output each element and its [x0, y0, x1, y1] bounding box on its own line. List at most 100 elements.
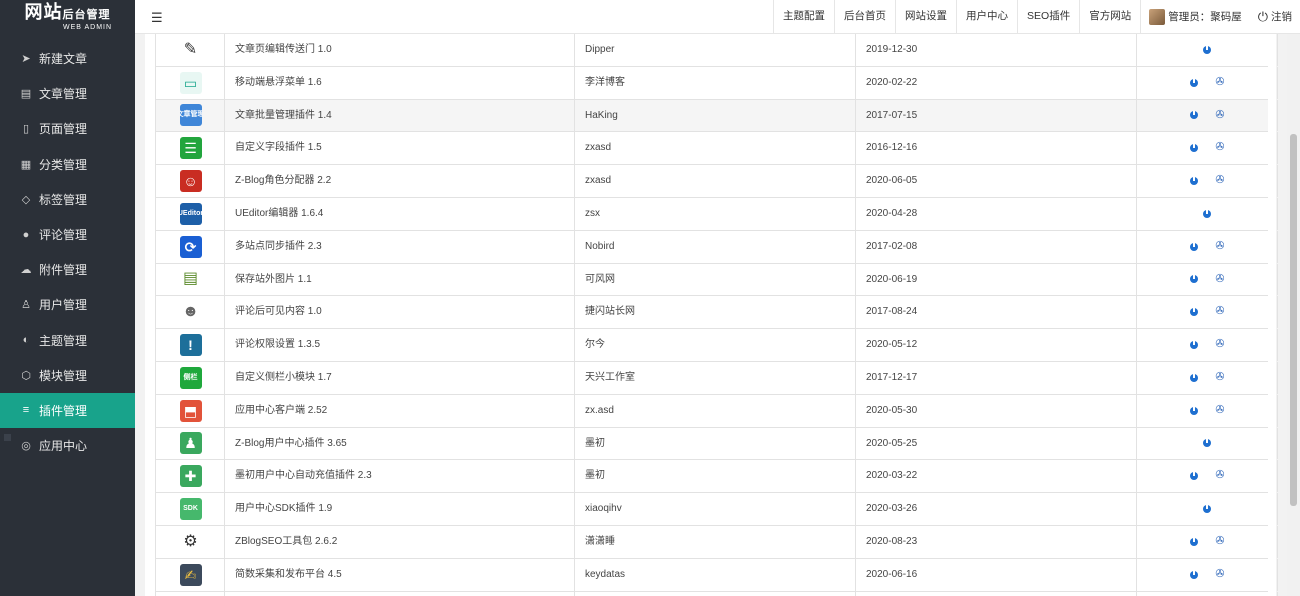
- toggle-plugin-power-icon[interactable]: [1188, 339, 1200, 351]
- sidebar-item-3[interactable]: ▦ 分类管理: [0, 147, 135, 182]
- wrench-icon: ✇: [1215, 403, 1225, 416]
- scrollbar-thumb[interactable]: [1290, 134, 1297, 506]
- sidebar-item-label: 用户管理: [39, 298, 88, 313]
- power-icon: [1190, 177, 1198, 186]
- plugin-actions: [1136, 493, 1278, 525]
- toggle-plugin-power-icon[interactable]: [1188, 109, 1200, 121]
- sidebar-item-label: 主题管理: [39, 333, 88, 348]
- plugin-settings-wrench-icon[interactable]: ✇: [1214, 109, 1226, 121]
- document-icon: ▤: [20, 88, 32, 101]
- toggle-plugin-power-icon[interactable]: [1188, 536, 1200, 548]
- power-icon: [1203, 505, 1211, 514]
- topnav-admin-home[interactable]: 后台首页: [834, 0, 895, 33]
- comment-icon: ●: [22, 228, 30, 241]
- toggle-plugin-power-icon[interactable]: [1201, 503, 1213, 515]
- table-row: ♟ Z-Blog用户中心插件 3.65 墨初 2020-05-25: [155, 427, 1278, 461]
- toggle-plugin-power-icon[interactable]: [1188, 306, 1200, 318]
- toggle-plugin-power-icon[interactable]: [1188, 372, 1200, 384]
- plugin-actions: ✇: [1136, 591, 1278, 596]
- table-row: ☰ 自定义字段插件 1.5 zxasd 2016-12-16 ✇: [155, 132, 1278, 166]
- page-scrollbar[interactable]: [1287, 34, 1300, 596]
- plugin-settings-wrench-icon[interactable]: ✇: [1214, 535, 1226, 548]
- plugin-author: zxasd: [574, 132, 855, 165]
- topnav-site-settings[interactable]: 网站设置: [895, 0, 956, 33]
- topnav-user-center[interactable]: 用户中心: [956, 0, 1017, 33]
- plugin-date: 2020-03-22: [855, 460, 1136, 493]
- plugin-settings-wrench-icon[interactable]: ✇: [1214, 174, 1226, 187]
- sidebar-item-11[interactable]: ◎ 应用中心: [0, 428, 135, 463]
- sidebar-item-6[interactable]: ☁ 附件管理: [0, 252, 135, 287]
- plugin-icon: ⚙: [179, 530, 202, 553]
- sidebar-item-5[interactable]: ● 评论管理: [0, 217, 135, 252]
- plugin-settings-wrench-icon[interactable]: ✇: [1214, 371, 1226, 384]
- site-logo[interactable]: 网站后台管理 WEB ADMIN: [0, 0, 135, 34]
- sidebar-nav: ➤ 新建文章 ▤ 文章管理 ▯ 页面管理 ▦ 分类管理 ◇ 标签管理 ● 评论管理 ☁ 附件管理 ♙ 用户管理…: [0, 41, 135, 463]
- power-icon: [1190, 111, 1198, 120]
- sidebar-item-label: 模块管理: [39, 368, 88, 383]
- plugin-author: 空哥: [574, 591, 855, 596]
- toggle-plugin-power-icon[interactable]: [1188, 77, 1200, 89]
- plugin-icon: ⟳: [179, 235, 202, 258]
- toggle-plugin-power-icon[interactable]: [1188, 470, 1200, 482]
- toggle-plugin-power-icon[interactable]: [1188, 241, 1200, 253]
- sidebar-item-label: 文章管理: [39, 87, 88, 102]
- plugin-actions: [1136, 427, 1278, 460]
- table-row: ! 评论权限设置 1.3.5 尔今 2020-05-12 ✇: [155, 329, 1278, 362]
- topnav-official-site[interactable]: 官方网站: [1079, 0, 1140, 33]
- wrench-icon: ✇: [1215, 305, 1225, 318]
- topnav-seo-plugin[interactable]: SEO插件: [1017, 0, 1079, 33]
- sidebar-item-7[interactable]: ♙ 用户管理: [0, 287, 135, 322]
- toggle-plugin-power-icon[interactable]: [1188, 142, 1200, 154]
- plugin-date: 2020-02-22: [855, 66, 1136, 99]
- plugin-icon: ☺: [179, 170, 202, 193]
- toggle-plugin-power-icon[interactable]: [1201, 437, 1213, 449]
- sidebar-item-0[interactable]: ➤ 新建文章: [0, 41, 135, 76]
- toggle-plugin-power-icon[interactable]: [1188, 175, 1200, 187]
- plugin-settings-wrench-icon[interactable]: ✇: [1214, 469, 1226, 482]
- plugin-icon-cell: ☺: [155, 165, 225, 197]
- plugin-settings-wrench-icon[interactable]: ✇: [1214, 338, 1226, 351]
- toggle-plugin-power-icon[interactable]: [1201, 44, 1213, 56]
- toggle-plugin-power-icon[interactable]: [1188, 405, 1200, 417]
- plugin-author: 尔今: [574, 329, 855, 361]
- table-row: UEditor UEditor编辑器 1.6.4zsx2020-04-28: [155, 197, 1278, 231]
- plugin-author: Nobird: [574, 230, 855, 263]
- category-icon: ▦: [20, 158, 32, 171]
- toggle-plugin-power-icon[interactable]: [1188, 569, 1200, 581]
- plugin-actions: ✇: [1136, 230, 1278, 263]
- plugin-icon-cell: ◉: [155, 591, 225, 596]
- plugin-author: HaKing: [574, 99, 855, 132]
- plugin-settings-wrench-icon[interactable]: ✇: [1214, 568, 1226, 581]
- plugin-icon-cell: ⬒: [155, 394, 225, 427]
- sidebar-item-9[interactable]: ⬡ 模块管理: [0, 358, 135, 393]
- plugin-settings-wrench-icon[interactable]: ✇: [1214, 76, 1226, 89]
- plugin-settings-wrench-icon[interactable]: ✇: [1214, 240, 1226, 253]
- menu-toggle-icon[interactable]: ☰: [151, 10, 163, 26]
- plugin-settings-wrench-icon[interactable]: ✇: [1214, 273, 1226, 285]
- plugin-icon: SDK: [179, 498, 202, 521]
- sidebar-item-1[interactable]: ▤ 文章管理: [0, 76, 135, 111]
- plugin-settings-wrench-icon[interactable]: ✇: [1214, 141, 1226, 154]
- plugin-date: 2020-08-23: [855, 525, 1136, 558]
- cloud-upload-icon: ☁: [20, 264, 32, 277]
- user-label: 管理员：聚码屋: [1168, 11, 1242, 23]
- sidebar-item-8[interactable]: ◐ 主题管理: [0, 323, 135, 358]
- sidebar-item-label: 页面管理: [39, 122, 88, 137]
- sidebar-item-2[interactable]: ▯ 页面管理: [0, 111, 135, 146]
- logout-button[interactable]: ⏻ 注销: [1258, 9, 1292, 25]
- user-menu[interactable]: 管理员：聚码屋 ⏻ 注销: [1140, 0, 1300, 33]
- plugin-date: 2020-05-12: [855, 329, 1136, 361]
- topnav-theme-config[interactable]: 主题配置: [773, 0, 834, 33]
- sidebar-item-4[interactable]: ◇ 标签管理: [0, 182, 135, 217]
- toggle-plugin-power-icon[interactable]: [1188, 273, 1200, 285]
- sidebar-item-10[interactable]: ≡ 插件管理: [0, 392, 135, 429]
- main-content: ✎ 文章页编辑传送门 1.0 Dipper 2019-12-30 ▭ 移动端悬浮菜单 1.…: [135, 34, 1287, 596]
- plugin-actions: ✇: [1136, 296, 1278, 329]
- power-icon: [1203, 439, 1211, 448]
- plugin-table: ✎ 文章页编辑传送门 1.0 Dipper 2019-12-30 ▭ 移动端悬浮菜单 1.…: [155, 34, 1278, 596]
- wrench-icon: ✇: [1215, 108, 1225, 121]
- table-row: ✍ 简数采集和发布平台 4.5 keydatas 2020-06-16 ✇: [155, 558, 1278, 592]
- plugin-settings-wrench-icon[interactable]: ✇: [1214, 305, 1226, 318]
- toggle-plugin-power-icon[interactable]: [1201, 208, 1213, 220]
- plugin-settings-wrench-icon[interactable]: ✇: [1214, 404, 1226, 417]
